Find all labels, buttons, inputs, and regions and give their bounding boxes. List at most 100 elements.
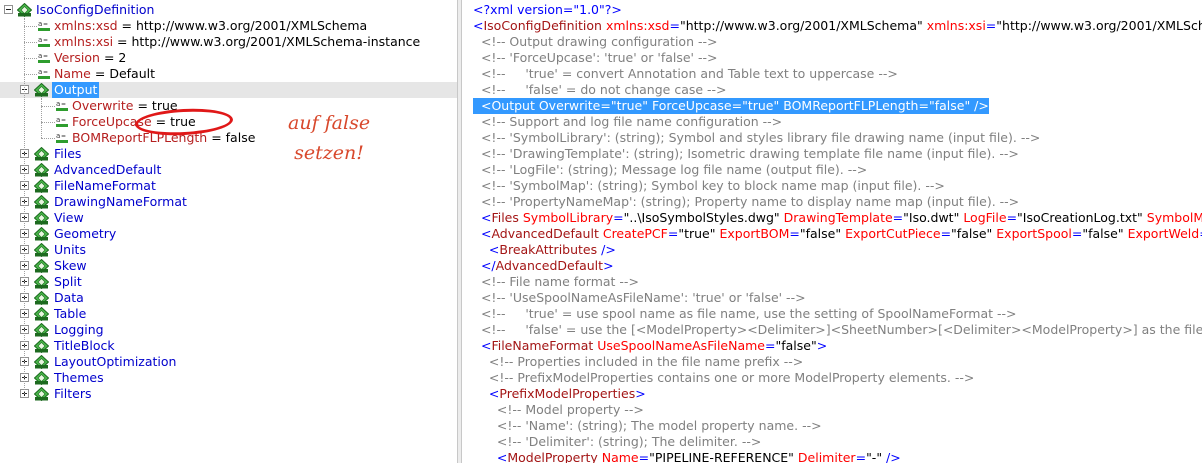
tree-node[interactable]: Files bbox=[0, 146, 457, 162]
xml-tree-pane[interactable]: IsoConfigDefinition a = xmlns:xsd = http://… bbox=[0, 0, 457, 463]
xml-line[interactable]: <!-- 'DrawingTemplate': (string); Isomet… bbox=[473, 146, 1019, 162]
xml-line[interactable]: <FileNameFormat UseSpoolNameAsFileName="… bbox=[473, 338, 827, 354]
xml-equals: = bbox=[1006, 210, 1018, 225]
tree-node[interactable]: Split bbox=[0, 274, 457, 290]
tree-node[interactable]: Skew bbox=[0, 258, 457, 274]
tree-node[interactable]: Table bbox=[0, 306, 457, 322]
element-node-icon bbox=[34, 355, 49, 369]
svg-text:a: a bbox=[38, 36, 42, 44]
tree-attribute-text: xmlns:xsd = http://www.w3.org/2001/XMLSc… bbox=[54, 18, 367, 34]
xml-attribute-value: "true" bbox=[742, 98, 780, 113]
xml-comment: <!-- Model property --> bbox=[496, 402, 644, 417]
xml-attribute-name: UseSpoolNameAsFileName bbox=[597, 338, 765, 353]
attribute-equals: = bbox=[99, 50, 119, 65]
tree-attribute[interactable]: a = Overwrite = true bbox=[0, 98, 457, 114]
xml-bracket: < bbox=[488, 386, 500, 401]
xml-comment: <!-- 'PropertyNameMap': (string); Proper… bbox=[480, 194, 1020, 209]
tree-attribute[interactable]: a = Name = Default bbox=[0, 66, 457, 82]
xml-line[interactable]: <!-- 'false' = use the [<ModelProperty><… bbox=[473, 322, 1202, 338]
xml-line[interactable]: <!-- 'PropertyNameMap': (string); Proper… bbox=[473, 194, 1019, 210]
xml-attribute-name: ExportWeld bbox=[1127, 226, 1200, 241]
tree-node[interactable]: Data bbox=[0, 290, 457, 306]
xml-tag-name: ModelProperty bbox=[507, 450, 598, 463]
tree-node[interactable]: TitleBlock bbox=[0, 338, 457, 354]
svg-text:a: a bbox=[56, 132, 60, 140]
xml-attribute-name: ExportSpool bbox=[996, 226, 1072, 241]
tree-node-output[interactable]: Output bbox=[0, 82, 457, 98]
tree-node[interactable]: View bbox=[0, 210, 457, 226]
element-node-icon bbox=[34, 147, 49, 161]
xml-line[interactable]: <!-- 'SymbolLibrary': (string); Symbol a… bbox=[473, 130, 1040, 146]
tree-node-label: IsoConfigDefinition bbox=[36, 2, 155, 17]
xml-line[interactable]: <!-- 'true' = convert Annotation and Tab… bbox=[473, 66, 898, 82]
tree-node[interactable]: Units bbox=[0, 242, 457, 258]
xml-line[interactable]: <ModelProperty Name="PIPELINE-REFERENCE"… bbox=[473, 450, 901, 463]
xml-attribute-name: ExportBOM bbox=[719, 226, 790, 241]
xml-line[interactable]: <!-- 'ForceUpcase': 'true' or 'false' --… bbox=[473, 50, 718, 66]
xml-attribute-name: LogFile bbox=[963, 210, 1007, 225]
xml-line[interactable]: <!-- Properties included in the file nam… bbox=[473, 354, 803, 370]
attribute-name: xmlns:xsi bbox=[54, 34, 114, 49]
tree-node[interactable]: FileNameFormat bbox=[0, 178, 457, 194]
xml-line[interactable]: <!-- Support and log file name configura… bbox=[473, 114, 782, 130]
tree-node-label: Output bbox=[52, 82, 100, 98]
element-node-icon bbox=[34, 259, 49, 273]
xml-attribute-value: "http://www.w3.org/2001/XMLSchema-instan… bbox=[996, 18, 1202, 33]
element-node-icon bbox=[34, 227, 49, 241]
tree-node[interactable]: Geometry bbox=[0, 226, 457, 242]
xml-bracket: < bbox=[480, 226, 492, 241]
tree-node[interactable]: Logging bbox=[0, 322, 457, 338]
attribute-node-icon: a = bbox=[38, 20, 50, 31]
xml-line[interactable]: <?xml version="1.0"?> bbox=[473, 2, 622, 18]
xml-line[interactable]: <!-- 'UseSpoolNameAsFileName': 'true' or… bbox=[473, 290, 806, 306]
xml-line[interactable]: <!-- 'LogFile': (string); Message log fi… bbox=[473, 162, 867, 178]
tree-node[interactable]: AdvancedDefault bbox=[0, 162, 457, 178]
svg-text:a: a bbox=[56, 116, 60, 124]
tree-attribute[interactable]: a = BOMReportFLPLength = false bbox=[0, 130, 457, 146]
xml-comment: <!-- Output drawing configuration --> bbox=[480, 34, 718, 49]
xml-line[interactable]: <AdvancedDefault CreatePCF="true" Export… bbox=[473, 226, 1202, 242]
xml-equals: = bbox=[731, 98, 743, 113]
xml-line[interactable]: <!-- Model property --> bbox=[473, 402, 644, 418]
xml-line[interactable]: <!-- File name format --> bbox=[473, 274, 639, 290]
xml-line[interactable]: <PrefixModelProperties> bbox=[473, 386, 646, 402]
xml-bracket: /> bbox=[882, 450, 901, 463]
tree-node-label: Geometry bbox=[54, 226, 117, 241]
xml-line[interactable]: <!-- 'false' = do not change case --> bbox=[473, 82, 727, 98]
xml-comment: <!-- PrefixModelProperties contains one … bbox=[488, 370, 975, 385]
xml-comment: <!-- Properties included in the file nam… bbox=[488, 354, 804, 369]
tree-attribute[interactable]: a = xmlns:xsd = http://www.w3.org/2001/XML… bbox=[0, 18, 457, 34]
tree-node-label: FileNameFormat bbox=[54, 178, 156, 193]
xml-line[interactable]: <IsoConfigDefinition xmlns:xsd="http://w… bbox=[473, 18, 1202, 34]
svg-text:=: = bbox=[43, 53, 48, 60]
collapse-toggle[interactable] bbox=[4, 5, 13, 14]
xml-line[interactable]: </AdvancedDefault> bbox=[473, 258, 614, 274]
xml-line[interactable]: <!-- 'SymbolMap': (string); Symbol key t… bbox=[473, 178, 945, 194]
tree-node-label: DrawingNameFormat bbox=[54, 194, 187, 209]
tree-node-label: Table bbox=[54, 306, 87, 321]
xml-line[interactable]: <Output Overwrite="true" ForceUpcase="tr… bbox=[473, 98, 989, 114]
tree-node-root[interactable]: IsoConfigDefinition bbox=[0, 2, 457, 18]
xml-source-pane[interactable]: <?xml version="1.0"?> <IsoConfigDefinitio… bbox=[462, 0, 1202, 463]
element-node-icon bbox=[17, 3, 32, 17]
tree-attribute[interactable]: a = Version = 2 bbox=[0, 50, 457, 66]
xml-line[interactable]: <!-- 'Delimiter': (string); The delimite… bbox=[473, 434, 761, 450]
tree-attribute[interactable]: a = xmlns:xsi = http://www.w3.org/2001/XML… bbox=[0, 34, 457, 50]
xml-line[interactable]: <!-- 'Name': (string); The model propert… bbox=[473, 418, 822, 434]
xml-attribute-name: BOMReportFLPLength bbox=[783, 98, 919, 113]
tree-node[interactable]: Filters bbox=[0, 386, 457, 402]
tree-node[interactable]: Themes bbox=[0, 370, 457, 386]
tree-node[interactable]: LayoutOptimization bbox=[0, 354, 457, 370]
xml-tag-name: PrefixModelProperties bbox=[499, 386, 636, 401]
tree-node[interactable]: DrawingNameFormat bbox=[0, 194, 457, 210]
xml-comment: <!-- 'false' = do not change case --> bbox=[480, 82, 727, 97]
tree-node-label: Data bbox=[54, 290, 84, 305]
xml-line[interactable]: <BreakAttributes /> bbox=[473, 242, 616, 258]
xml-line[interactable]: <!-- PrefixModelProperties contains one … bbox=[473, 370, 974, 386]
xml-comment: <!-- 'false' = use the [<ModelProperty><… bbox=[480, 322, 1202, 337]
xml-line[interactable]: <!-- Output drawing configuration --> bbox=[473, 34, 718, 50]
xml-attribute-name: SymbolMap bbox=[1146, 210, 1202, 225]
xml-line[interactable]: <!-- 'true' = use spool name as file nam… bbox=[473, 306, 1017, 322]
attribute-equals: = bbox=[113, 34, 132, 49]
xml-line[interactable]: <Files SymbolLibrary="..\IsoSymbolStyles… bbox=[473, 210, 1202, 226]
